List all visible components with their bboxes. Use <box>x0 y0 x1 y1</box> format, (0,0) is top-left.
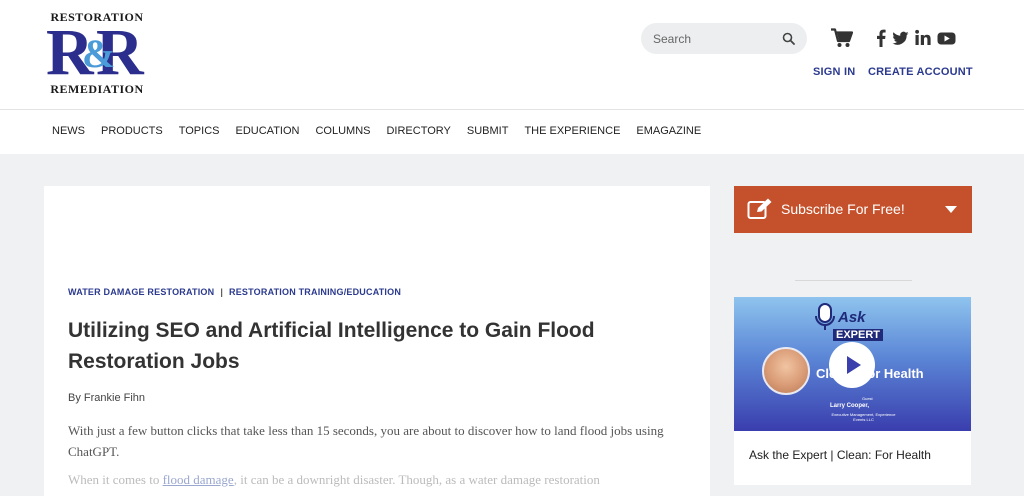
microphone-icon <box>815 303 835 330</box>
edit-icon <box>747 198 772 219</box>
guest-label: Guest <box>862 396 873 401</box>
nav-item-education[interactable]: EDUCATION <box>236 125 300 137</box>
linkedin-icon[interactable] <box>915 29 931 47</box>
video-caption[interactable]: Ask the Expert | Clean: For Health <box>749 448 931 462</box>
sidebar-divider <box>795 280 912 281</box>
nav-item-news[interactable]: NEWS <box>52 125 85 137</box>
subscribe-label: Subscribe For Free! <box>781 201 905 217</box>
expert-label: EXPERT <box>833 329 884 341</box>
guest-avatar <box>762 347 810 395</box>
flood-damage-link[interactable]: flood damage <box>163 472 234 487</box>
guest-role: Executive Management, Experience Events … <box>831 412 896 422</box>
article-intro: With just a few button clicks that take … <box>68 423 664 459</box>
nav-item-directory[interactable]: DIRECTORY <box>386 125 450 137</box>
search-box <box>641 23 807 54</box>
guest-name: Larry Cooper, <box>830 403 870 409</box>
subscribe-button[interactable]: Subscribe For Free! <box>734 186 972 233</box>
category-separator: | <box>220 287 224 297</box>
nav-item-topics[interactable]: TOPICS <box>179 125 220 137</box>
search-icon[interactable] <box>782 32 795 45</box>
main-nav: NEWS PRODUCTS TOPICS EDUCATION COLUMNS D… <box>0 110 1024 154</box>
cart-icon[interactable] <box>831 28 853 48</box>
video-card[interactable]: Ask EXPERT Clean: For Health Guest Larry… <box>734 297 971 485</box>
play-icon[interactable] <box>829 342 875 388</box>
site-header: RESTORATION R R & REMEDIATION Search SIG… <box>0 0 1024 110</box>
category-link-water-damage[interactable]: WATER DAMAGE RESTORATION <box>68 287 214 297</box>
logo-bottom-word: REMEDIATION <box>50 82 144 96</box>
paragraph-text-end: , it can be a downright disaster. Though… <box>233 472 600 487</box>
article-byline: By Frankie Fihn <box>68 392 146 404</box>
article-title: Utilizing SEO and Artificial Intelligenc… <box>68 319 595 373</box>
paragraph-text-start: When it comes to <box>68 472 163 487</box>
site-logo[interactable]: RESTORATION R R & REMEDIATION <box>44 10 150 96</box>
category-link-training[interactable]: RESTORATION TRAINING/EDUCATION <box>229 287 401 297</box>
twitter-icon[interactable] <box>892 29 909 47</box>
logo-mark: R R & <box>46 20 148 86</box>
nav-item-columns[interactable]: COLUMNS <box>315 125 370 137</box>
caret-down-icon <box>945 206 957 213</box>
social-links <box>876 29 956 47</box>
sign-in-link[interactable]: SIGN IN <box>813 66 855 78</box>
nav-item-submit[interactable]: SUBMIT <box>467 125 509 137</box>
ask-label: Ask <box>838 309 866 326</box>
nav-item-the-experience[interactable]: THE EXPERIENCE <box>524 125 620 137</box>
search-input[interactable] <box>653 30 779 47</box>
logo-mark-ampersand: & <box>82 31 116 76</box>
article-categories: WATER DAMAGE RESTORATION | RESTORATION TRA… <box>68 287 401 297</box>
video-thumbnail[interactable]: Ask EXPERT Clean: For Health Guest Larry… <box>734 297 971 431</box>
facebook-icon[interactable] <box>876 29 886 47</box>
article-card: WATER DAMAGE RESTORATION | RESTORATION TRA… <box>44 186 710 496</box>
article-paragraph: When it comes to flood damage, it can be… <box>68 469 688 490</box>
nav-item-emagazine[interactable]: EMAGAZINE <box>636 125 701 137</box>
youtube-icon[interactable] <box>937 29 956 47</box>
nav-item-products[interactable]: PRODUCTS <box>101 125 163 137</box>
create-account-link[interactable]: CREATE ACCOUNT <box>868 66 973 78</box>
